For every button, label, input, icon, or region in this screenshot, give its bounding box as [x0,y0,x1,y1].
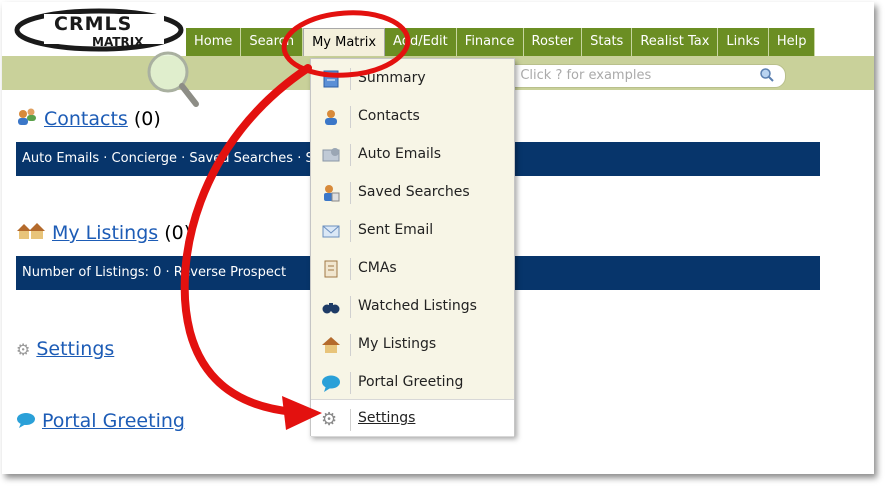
menu-item-portal-greeting[interactable]: Portal Greeting [311,363,514,401]
magnifier-graphic-icon [142,48,202,110]
menu-item-contacts[interactable]: Contacts [311,97,514,135]
speech-bubble-icon [321,373,341,393]
settings-link[interactable]: Settings [36,338,114,360]
auto-emails-icon [321,145,341,165]
my-matrix-dropdown: Summary Contacts Auto Emails Saved Searc… [310,58,515,437]
house-icon [321,335,341,355]
contacts-people-icon [16,108,38,131]
menu-label: CMAs [358,260,397,276]
menu-label: Contacts [358,108,420,124]
menu-label: Settings [358,410,416,426]
menu-item-watched-listings[interactable]: Watched Listings [311,287,514,325]
gear-icon: ⚙ [321,409,338,430]
menu-label: Summary [358,70,426,86]
menu-item-saved-searches[interactable]: Saved Searches [311,173,514,211]
menu-label: Saved Searches [358,184,470,200]
speech-bubble-icon [16,411,36,433]
menu-label: My Listings [358,336,437,352]
crmls-matrix-logo[interactable]: CRMLS MATRIX [14,8,184,52]
menu-item-cmas[interactable]: CMAs [311,249,514,287]
saved-searches-icon [321,183,341,203]
nav-links[interactable]: Links [718,28,769,56]
search-hint: ! Click ? for examples [511,68,652,83]
portal-greeting-heading: Portal Greeting [16,410,185,433]
menu-label: Auto Emails [358,146,442,162]
nav-my-matrix[interactable]: My Matrix [303,28,386,57]
my-listings-heading: My Listings (0) [16,222,191,245]
nav-add-edit[interactable]: Add/Edit [385,28,457,56]
houses-icon [16,222,46,245]
menu-item-settings[interactable]: ⚙ Settings [311,399,514,437]
contacts-count: (0) [133,108,161,130]
binoculars-icon [321,297,341,317]
nav-help[interactable]: Help [768,28,816,56]
menu-item-sent-email[interactable]: Sent Email [311,211,514,249]
logo-line1: CRMLS [54,13,132,35]
logo-line2: MATRIX [92,35,144,49]
nav-finance[interactable]: Finance [456,28,524,56]
my-listings-link[interactable]: My Listings [52,222,158,244]
menu-item-auto-emails[interactable]: Auto Emails [311,135,514,173]
cma-icon [321,259,341,279]
nav-realist-tax[interactable]: Realist Tax [632,28,719,56]
portal-greeting-link[interactable]: Portal Greeting [42,410,185,432]
main-nav: Home Search My Matrix Add/Edit Finance R… [186,28,816,57]
envelope-icon [321,221,341,241]
menu-label: Sent Email [358,222,434,238]
nav-stats[interactable]: Stats [582,28,633,56]
contacts-heading: Contacts (0) [16,108,161,131]
my-listings-count: (0) [164,222,192,244]
menu-item-my-listings[interactable]: My Listings [311,325,514,363]
nav-roster[interactable]: Roster [523,28,583,56]
nav-search[interactable]: Search [241,28,304,56]
search-icon[interactable] [759,67,775,83]
gear-icon: ⚙ [16,340,31,359]
contacts-icon [321,107,341,127]
menu-item-summary[interactable]: Summary [311,59,514,97]
menu-label: Portal Greeting [358,374,464,390]
menu-label: Watched Listings [358,298,477,314]
contacts-link[interactable]: Contacts [44,108,128,130]
summary-icon [321,69,341,89]
app-window: CRMLS MATRIX Home Search My Matrix Add/E… [2,2,874,474]
settings-heading: ⚙ Settings [16,338,114,360]
